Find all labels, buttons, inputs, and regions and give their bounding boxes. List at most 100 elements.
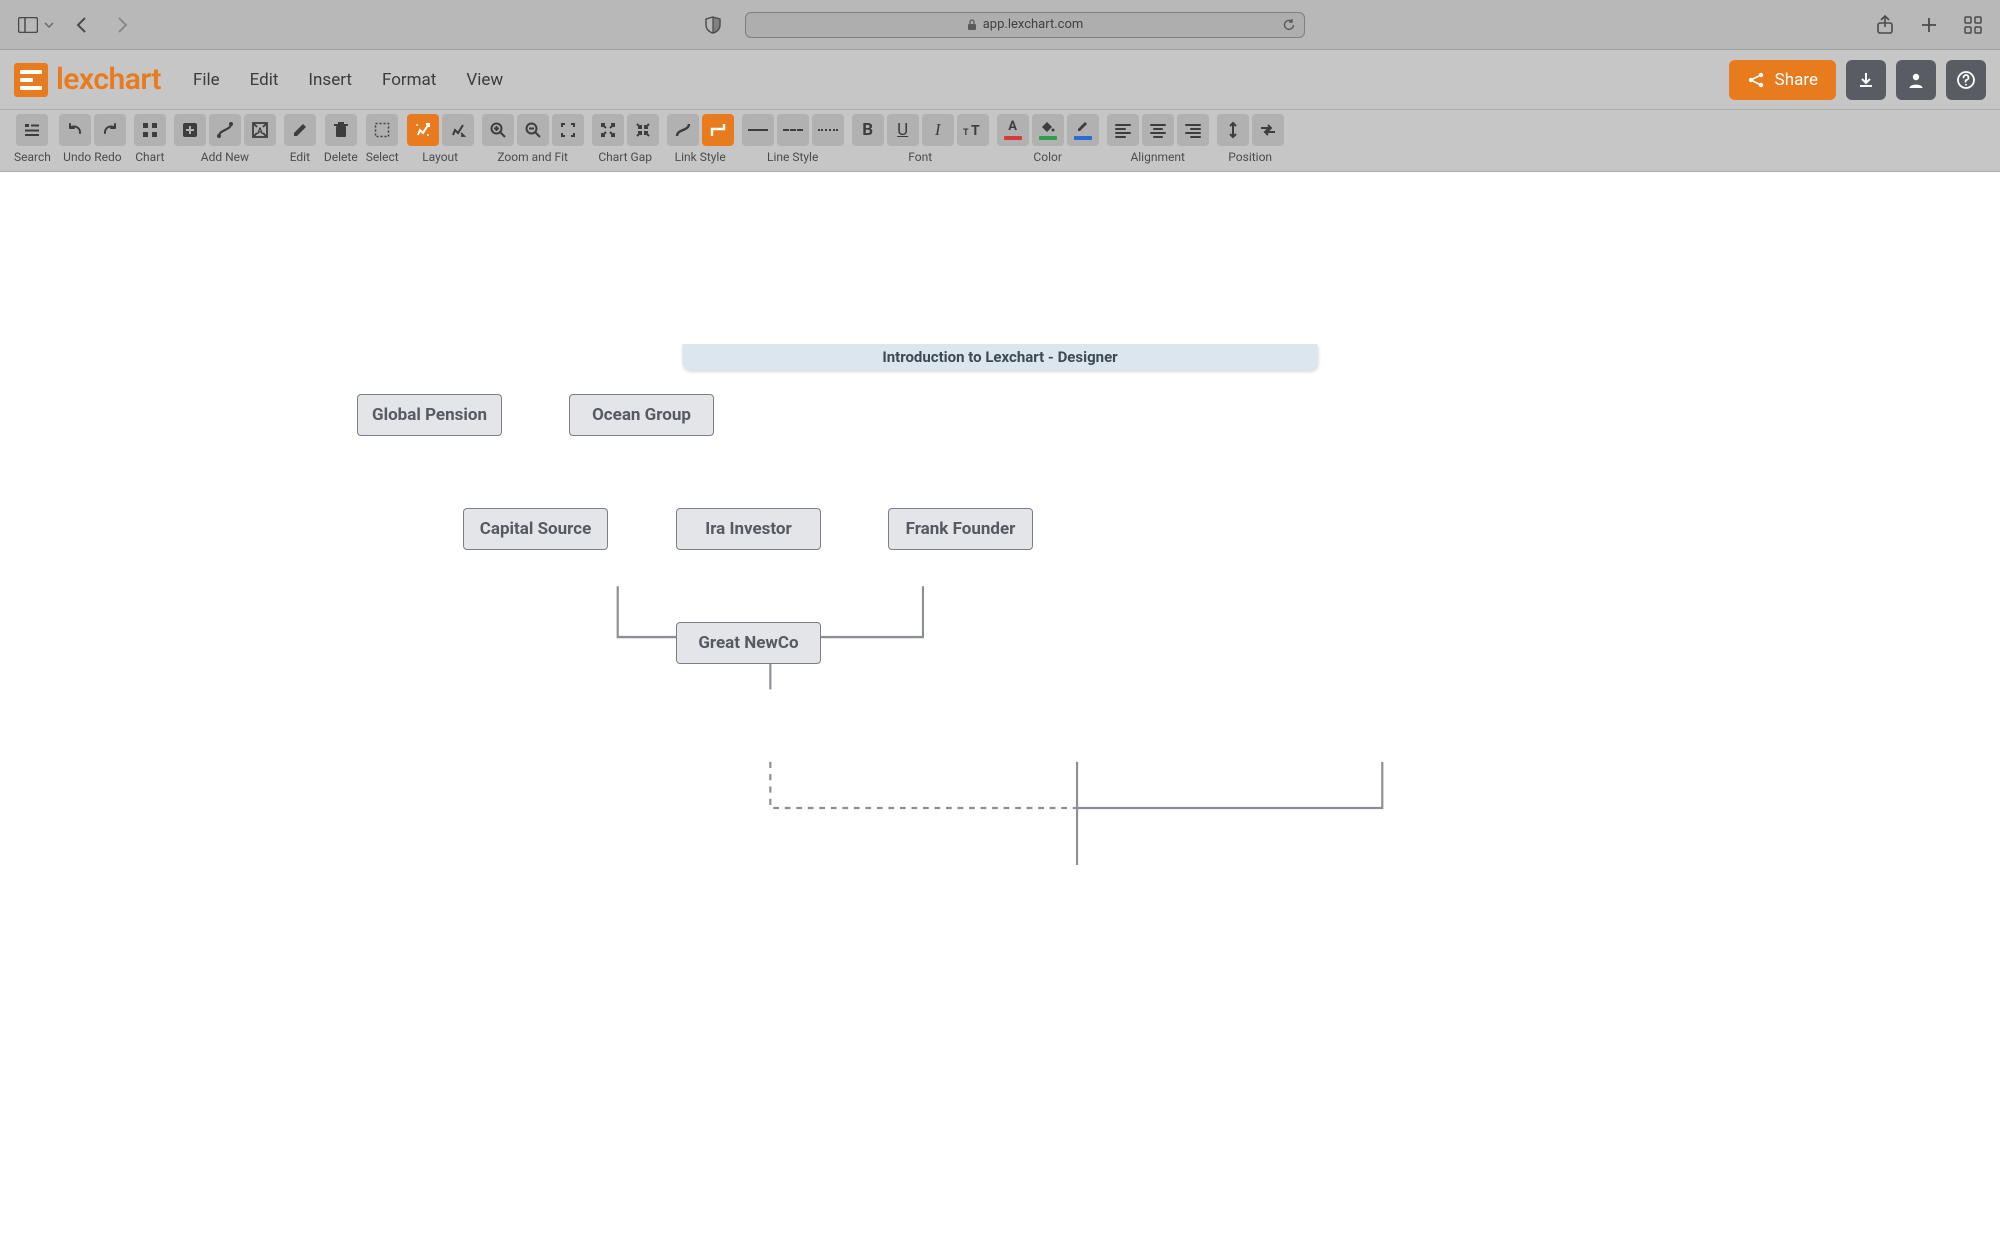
toolbar-label-alignment: Alignment (1130, 150, 1184, 164)
toolbar-group-linkstyle: Link Style (667, 114, 734, 164)
text-size-button[interactable]: TT (957, 114, 989, 146)
undo-button[interactable] (59, 114, 91, 146)
line-solid-button[interactable] (742, 114, 774, 146)
edit-button[interactable] (284, 114, 316, 146)
add-text-button[interactable]: A (244, 114, 276, 146)
menu-view[interactable]: View (466, 70, 503, 90)
bold-button[interactable]: B (852, 114, 884, 146)
menu-format[interactable]: Format (382, 70, 436, 90)
menu-bar: File Edit Insert Format View (193, 70, 503, 90)
new-tab-icon[interactable] (1920, 16, 1938, 34)
zoom-fit-button[interactable] (552, 114, 584, 146)
text-color-button[interactable]: A (997, 114, 1029, 146)
sidebar-toggle-button[interactable] (18, 17, 54, 33)
toolbar-label-chartgap: Chart Gap (598, 150, 652, 164)
toolbar-group-linestyle: Line Style (742, 114, 844, 164)
border-color-button[interactable] (1067, 114, 1099, 146)
delete-button[interactable] (325, 114, 357, 146)
reload-icon[interactable] (1282, 18, 1296, 32)
browser-chrome: app.lexchart.com (0, 0, 2000, 50)
gap-collapse-button[interactable] (627, 114, 659, 146)
position-horizontal-button[interactable] (1252, 114, 1284, 146)
share-button[interactable]: Share (1729, 60, 1836, 100)
toolbar-group-chartgap: Chart Gap (592, 114, 659, 164)
add-link-button[interactable] (209, 114, 241, 146)
toolbar-group-position: Position (1217, 114, 1284, 164)
align-left-button[interactable] (1107, 114, 1139, 146)
lock-icon (967, 19, 977, 31)
toolbar-group-delete: Delete (324, 114, 358, 164)
align-right-button[interactable] (1177, 114, 1209, 146)
bold-icon: B (862, 120, 873, 140)
toolbar-group-undoredo: Undo Redo (59, 114, 126, 164)
gap-expand-button[interactable] (592, 114, 624, 146)
toolbar-group-select: Select (366, 114, 399, 164)
line-dotted-button[interactable] (812, 114, 844, 146)
italic-button[interactable]: I (922, 114, 954, 146)
document-title[interactable]: Introduction to Lexchart - Designer (682, 344, 1317, 370)
zoom-out-button[interactable] (517, 114, 549, 146)
underline-button[interactable]: U (887, 114, 919, 146)
account-button[interactable] (1896, 60, 1936, 100)
link-elbow-button[interactable] (702, 114, 734, 146)
toolbar-group-font: B U I TT Font (852, 114, 989, 164)
svg-text:T: T (963, 128, 969, 138)
toolbar-label-delete: Delete (324, 150, 358, 164)
auto-layout-button[interactable] (407, 114, 439, 146)
zoom-in-button[interactable] (482, 114, 514, 146)
download-button[interactable] (1846, 60, 1886, 100)
toolbar-label-linestyle: Line Style (767, 150, 818, 164)
tab-overview-icon[interactable] (1964, 16, 1982, 34)
nav-back-button[interactable] (70, 15, 94, 35)
share-button-label: Share (1775, 70, 1818, 90)
menu-insert[interactable]: Insert (308, 70, 352, 90)
link-curve-button[interactable] (667, 114, 699, 146)
toolbar-label-zoom: Zoom and Fit (497, 150, 568, 164)
node-ocean-group[interactable]: Ocean Group (569, 394, 714, 436)
position-vertical-button[interactable] (1217, 114, 1249, 146)
share-icon[interactable] (1876, 15, 1894, 35)
app-logo[interactable]: lexchart (14, 62, 161, 97)
underline-icon: U (897, 120, 908, 140)
node-ira-investor[interactable]: Ira Investor (676, 508, 821, 550)
address-bar[interactable]: app.lexchart.com (745, 12, 1305, 38)
toolbar-label-layout: Layout (422, 150, 458, 164)
toolbar-label-chart: Chart (135, 150, 164, 164)
manual-layout-button[interactable] (442, 114, 474, 146)
address-bar-url: app.lexchart.com (983, 17, 1084, 32)
chevron-down-icon (44, 20, 54, 30)
privacy-shield-icon[interactable] (705, 16, 721, 34)
app-header: lexchart File Edit Insert Format View Sh… (0, 50, 2000, 110)
toolbar-label-color: Color (1033, 150, 1061, 164)
toolbar-group-search: Search (14, 114, 51, 164)
add-node-button[interactable] (174, 114, 206, 146)
toolbar-group-chart: Chart (134, 114, 166, 164)
toolbar: Search Undo Redo Chart (0, 110, 2000, 172)
menu-edit[interactable]: Edit (250, 70, 279, 90)
search-list-button[interactable] (16, 114, 48, 146)
logo-mark-icon (14, 63, 48, 97)
select-button[interactable] (366, 114, 398, 146)
toolbar-label-select: Select (366, 150, 399, 164)
toolbar-group-layout: Layout (407, 114, 474, 164)
help-button[interactable] (1946, 60, 1986, 100)
toolbar-group-zoom: Zoom and Fit (482, 114, 584, 164)
redo-button[interactable] (94, 114, 126, 146)
toolbar-label-addnew: Add New (201, 150, 249, 164)
menu-file[interactable]: File (193, 70, 220, 90)
share-network-icon (1747, 71, 1765, 89)
toolbar-group-color: A Color (997, 114, 1099, 164)
node-global-pension[interactable]: Global Pension (357, 394, 502, 436)
node-great-newco[interactable]: Great NewCo (676, 622, 821, 664)
node-frank-founder[interactable]: Frank Founder (888, 508, 1033, 550)
line-dashed-button[interactable] (777, 114, 809, 146)
toolbar-label-redo: Redo (94, 150, 121, 164)
canvas[interactable]: Introduction to Lexchart - Designer Glob… (0, 172, 2000, 1250)
toolbar-label-undo: Undo (63, 150, 91, 164)
toolbar-label-font: Font (908, 150, 932, 164)
align-center-button[interactable] (1142, 114, 1174, 146)
node-capital-source[interactable]: Capital Source (463, 508, 608, 550)
fill-color-button[interactable] (1032, 114, 1064, 146)
nav-forward-button[interactable] (110, 15, 134, 35)
chart-grid-button[interactable] (134, 114, 166, 146)
